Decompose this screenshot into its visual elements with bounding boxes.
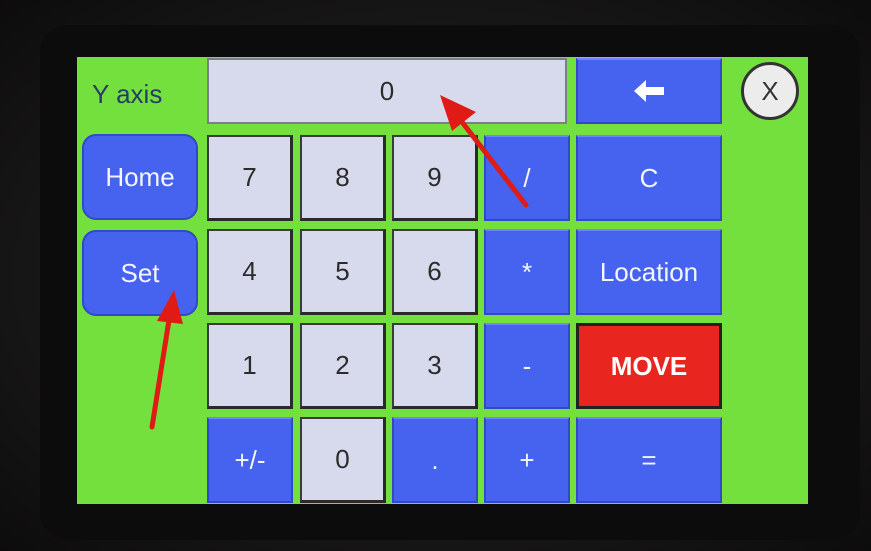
backspace-button[interactable] <box>576 58 722 124</box>
axis-label: Y axis <box>92 79 163 109</box>
key-5[interactable]: 5 <box>300 229 386 315</box>
key-0-label: 0 <box>335 444 350 474</box>
divide-button[interactable]: / <box>484 135 570 221</box>
key-1-label: 1 <box>242 350 257 380</box>
multiply-button[interactable]: * <box>484 229 570 315</box>
display-value: 0 <box>379 75 395 106</box>
add-button[interactable]: + <box>484 417 570 503</box>
clear-label: C <box>639 162 659 193</box>
key-7[interactable]: 7 <box>207 135 293 221</box>
set-button-label: Set <box>120 257 160 288</box>
key-1[interactable]: 1 <box>207 323 293 409</box>
key-6[interactable]: 6 <box>392 229 478 315</box>
move-button[interactable]: MOVE <box>576 323 722 409</box>
sign-toggle-button[interactable]: +/- <box>207 417 293 503</box>
move-label: MOVE <box>610 350 688 381</box>
add-label: + <box>519 444 535 475</box>
key-5-label: 5 <box>335 256 350 286</box>
key-7-label: 7 <box>242 162 257 192</box>
left-arrow-icon <box>632 78 666 104</box>
key-4-label: 4 <box>242 256 257 286</box>
decimal-point-button[interactable]: . <box>392 417 478 503</box>
location-button[interactable]: Location <box>576 229 722 315</box>
equals-label: = <box>641 444 657 475</box>
key-3-label: 3 <box>427 350 442 380</box>
key-6-label: 6 <box>427 256 442 286</box>
divide-label: / <box>523 162 531 193</box>
close-button[interactable]: X <box>741 62 799 120</box>
key-3[interactable]: 3 <box>392 323 478 409</box>
key-2[interactable]: 2 <box>300 323 386 409</box>
key-2-label: 2 <box>335 350 350 380</box>
location-label: Location <box>599 256 699 287</box>
subtract-label: - <box>522 350 532 381</box>
key-4[interactable]: 4 <box>207 229 293 315</box>
value-display[interactable]: 0 <box>207 58 567 124</box>
key-0[interactable]: 0 <box>300 417 386 503</box>
key-8[interactable]: 8 <box>300 135 386 221</box>
clear-button[interactable]: C <box>576 135 722 221</box>
decimal-point-label: . <box>431 444 439 475</box>
subtract-button[interactable]: - <box>484 323 570 409</box>
key-9[interactable]: 9 <box>392 135 478 221</box>
home-button[interactable]: Home <box>82 134 198 220</box>
key-9-label: 9 <box>427 162 442 192</box>
close-icon: X <box>761 75 779 106</box>
key-8-label: 8 <box>335 162 350 192</box>
equals-button[interactable]: = <box>576 417 722 503</box>
sign-toggle-label: +/- <box>234 444 266 475</box>
set-button[interactable]: Set <box>82 230 198 316</box>
multiply-label: * <box>521 256 533 287</box>
home-button-label: Home <box>105 161 175 192</box>
